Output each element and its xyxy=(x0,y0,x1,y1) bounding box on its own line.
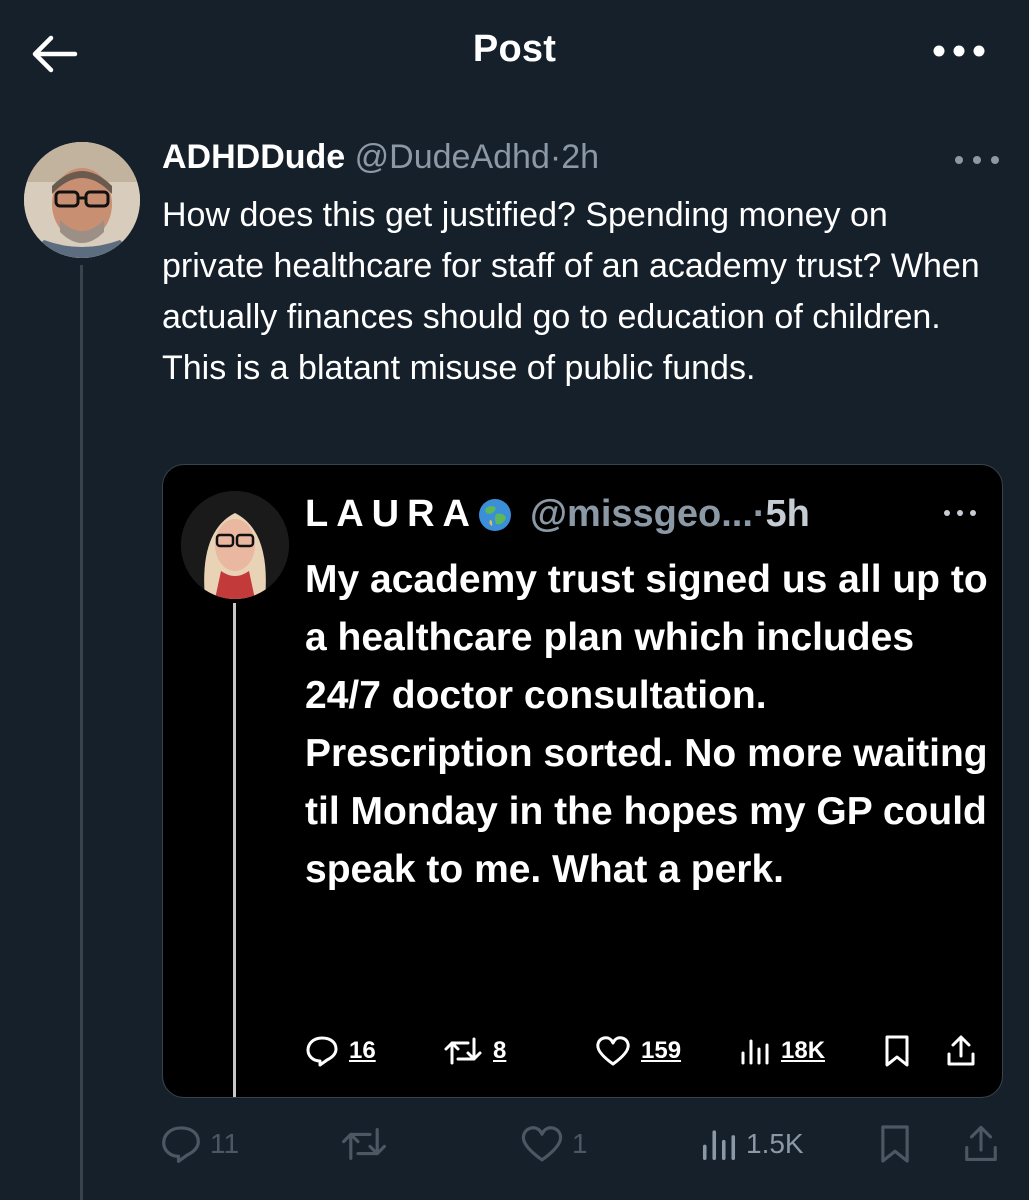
quoted-reply-button[interactable]: 16 xyxy=(305,1031,376,1071)
reply-button[interactable]: 11 xyxy=(160,1120,239,1168)
like-count: 1 xyxy=(572,1128,588,1159)
bookmark-button[interactable] xyxy=(878,1120,912,1168)
separator-dot: · xyxy=(549,138,562,176)
quoted-like-button[interactable]: 159 xyxy=(595,1031,681,1071)
quoted-more-button[interactable] xyxy=(940,503,980,523)
quoted-retweet-count: 8 xyxy=(493,1037,507,1064)
retweet-icon xyxy=(444,1037,482,1065)
author-row: ADHDDude @DudeAdhd·2h xyxy=(162,138,599,177)
bookmark-icon xyxy=(885,1035,909,1067)
quoted-author-name[interactable]: LAURA xyxy=(305,493,478,536)
top-bar: Post xyxy=(0,0,1029,110)
views-count: 1.5K xyxy=(746,1128,804,1159)
page-title: Post xyxy=(472,28,557,70)
author-handle[interactable]: @DudeAdhd xyxy=(355,138,550,176)
quoted-timestamp[interactable]: 5h xyxy=(766,493,810,536)
quoted-like-count: 159 xyxy=(641,1037,682,1064)
reply-icon xyxy=(306,1036,338,1067)
quoted-author-handle[interactable]: @missgeo... xyxy=(530,493,753,536)
retweet-button[interactable] xyxy=(340,1120,388,1168)
like-button[interactable]: 1 xyxy=(520,1120,588,1168)
more-icon xyxy=(933,45,985,57)
quoted-avatar[interactable] xyxy=(181,491,289,599)
more-options-button[interactable] xyxy=(929,36,989,66)
tweet-action-bar: 11 1 1.5K xyxy=(160,1120,1010,1168)
views-button[interactable]: 1.5K xyxy=(700,1120,804,1168)
quoted-separator-dot: · xyxy=(752,493,766,535)
like-icon xyxy=(596,1036,630,1066)
quoted-bookmark-button[interactable] xyxy=(883,1031,911,1071)
timestamp[interactable]: 2h xyxy=(561,138,599,176)
more-icon xyxy=(944,510,976,516)
quoted-action-bar: 16 8 159 18K xyxy=(305,1031,985,1071)
quoted-reply-count: 16 xyxy=(349,1037,376,1064)
quoted-views-button[interactable]: 18K xyxy=(739,1031,825,1071)
retweet-icon xyxy=(342,1128,386,1160)
quoted-thread-line xyxy=(233,603,236,1097)
like-icon xyxy=(521,1126,563,1162)
tweet-text: How does this get justified? Spending mo… xyxy=(162,196,980,387)
reply-icon xyxy=(162,1126,200,1163)
author-name[interactable]: ADHDDude xyxy=(162,138,345,176)
quoted-tweet-text: My academy trust signed us all up to a h… xyxy=(305,558,988,891)
views-icon xyxy=(741,1039,769,1065)
bookmark-icon xyxy=(881,1125,909,1163)
more-icon xyxy=(955,156,999,164)
quoted-tweet-card[interactable]: LAURA @missgeo... · 5h My academy trust si… xyxy=(162,464,1003,1098)
globe-icon xyxy=(478,498,511,531)
share-icon xyxy=(965,1125,997,1161)
quoted-author-row: LAURA @missgeo... · 5h xyxy=(305,493,810,536)
quoted-avatar-image xyxy=(181,491,289,599)
thread-line xyxy=(80,265,83,1200)
tweet-more-button[interactable] xyxy=(953,148,1001,172)
views-icon xyxy=(702,1130,736,1161)
quoted-retweet-button[interactable]: 8 xyxy=(443,1031,506,1071)
quoted-views-count: 18K xyxy=(781,1037,826,1064)
avatar[interactable] xyxy=(24,142,140,258)
reply-count: 11 xyxy=(210,1128,240,1159)
share-button[interactable] xyxy=(962,1120,1000,1168)
share-icon xyxy=(947,1035,975,1066)
avatar-image xyxy=(24,142,140,258)
quoted-share-button[interactable] xyxy=(945,1031,977,1071)
